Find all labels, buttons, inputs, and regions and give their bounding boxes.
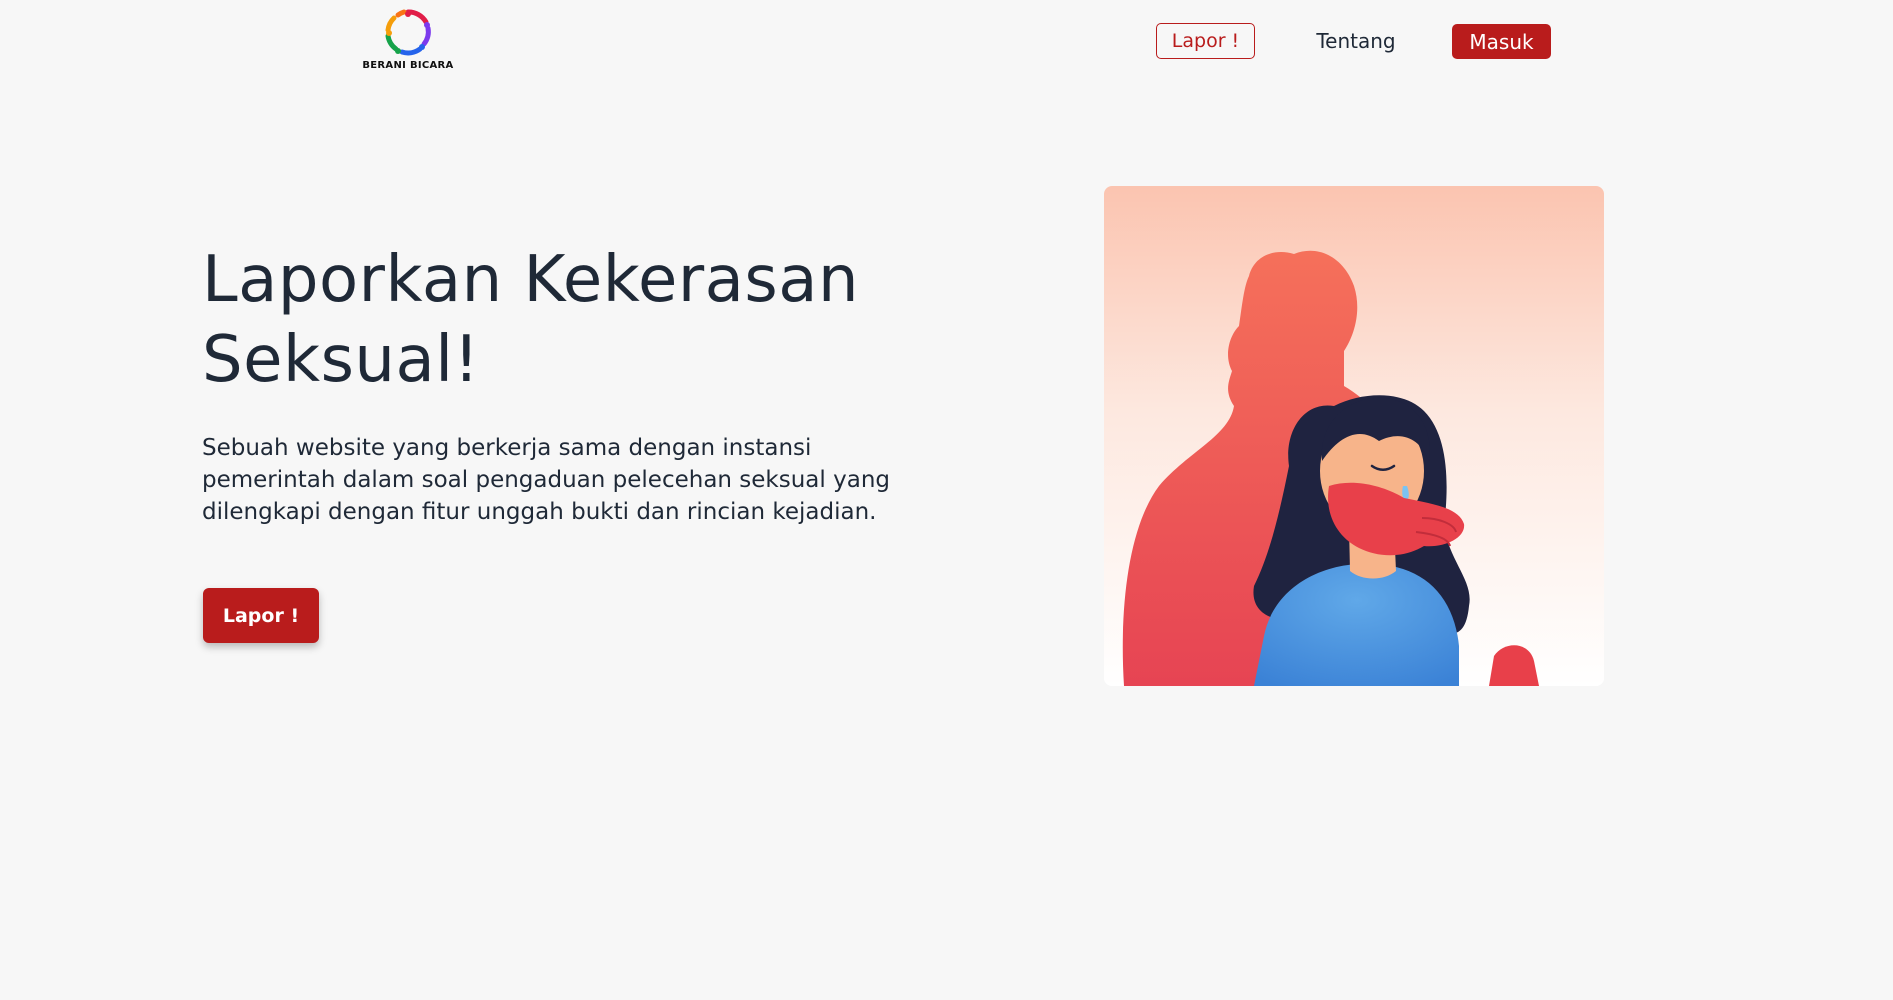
nav-tentang-link[interactable]: Tentang xyxy=(1300,23,1412,59)
nav-masuk-button[interactable]: Masuk xyxy=(1452,24,1551,59)
harassment-illustration-image xyxy=(1104,186,1604,686)
logo-icon xyxy=(385,9,431,56)
hero-title: Laporkan Kekerasan Seksual! xyxy=(202,243,859,397)
logo-text: BERANI BICARA xyxy=(362,60,454,71)
navbar: BERANI BICARA Lapor ! Tentang Masuk xyxy=(0,0,1893,90)
hero-description: Sebuah website yang berkerja sama dengan… xyxy=(202,435,890,525)
hero-lapor-button[interactable]: Lapor ! xyxy=(203,588,319,643)
nav-lapor-button[interactable]: Lapor ! xyxy=(1156,23,1255,59)
hero-illustration xyxy=(1104,186,1604,686)
logo[interactable]: BERANI BICARA xyxy=(360,6,456,72)
